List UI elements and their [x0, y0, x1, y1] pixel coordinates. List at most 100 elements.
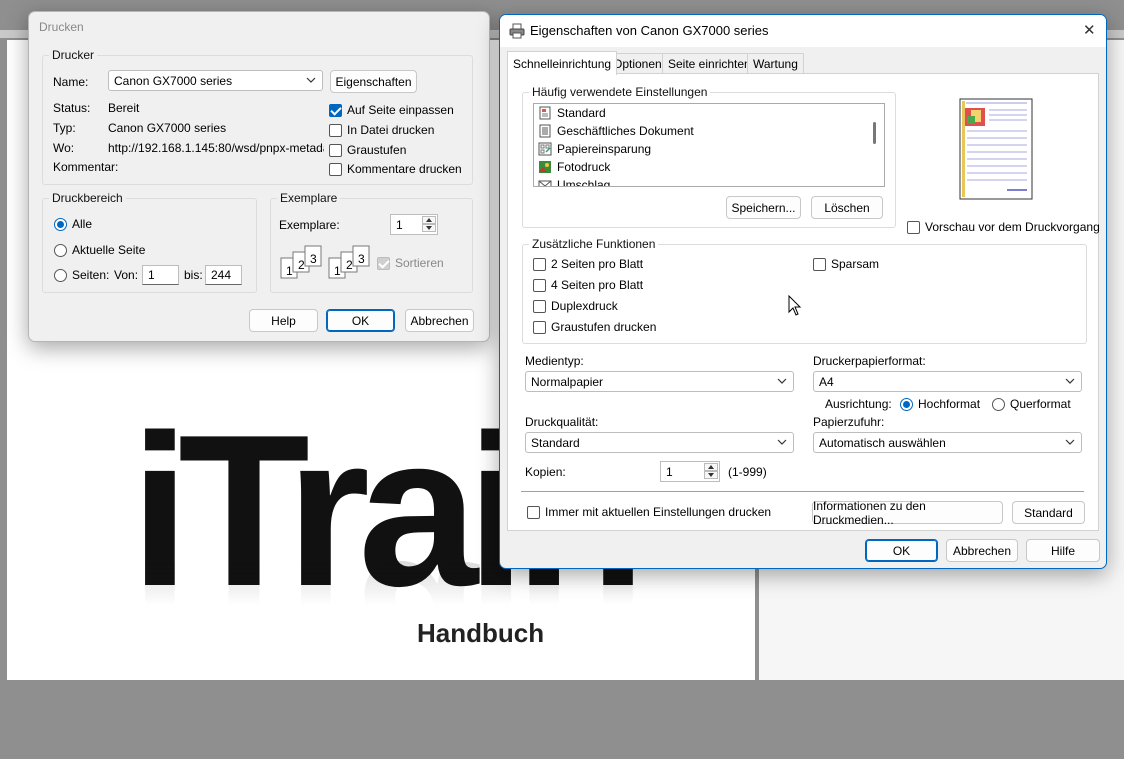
range-current-radio[interactable]: Aktuelle Seite: [54, 243, 145, 257]
media-type-select[interactable]: Normalpapier: [525, 371, 794, 392]
checkbox-unchecked: [329, 143, 342, 157]
range-all-radio[interactable]: Alle: [54, 217, 92, 231]
tab-page-setup[interactable]: Seite einrichten: [662, 53, 757, 74]
page-preview-icon: [959, 98, 1033, 200]
where-value: http://192.168.1.145:80/wsd/pnpx-metadat: [108, 141, 324, 155]
collate-pages-icon: 1 2 3 1 2 3: [280, 245, 370, 279]
radio-selected: [54, 217, 67, 231]
save-preset-button[interactable]: Speichern...: [726, 196, 801, 219]
collate-number-3: 3: [310, 252, 317, 266]
fit-to-page-checkbox[interactable]: Auf Seite einpassen: [329, 103, 454, 117]
props-cancel-button[interactable]: Abbrechen: [946, 539, 1018, 562]
where-label: Wo:: [53, 141, 75, 155]
preview-before-print-checkbox[interactable]: Vorschau vor dem Druckvorgang: [907, 220, 1100, 234]
delete-preset-button[interactable]: Löschen: [811, 196, 883, 219]
orientation-label: Ausrichtung:: [825, 397, 892, 411]
presets-list[interactable]: Standard Geschäftliches Dokument Papiere…: [533, 103, 885, 187]
print-cancel-button[interactable]: Abbrechen: [405, 309, 474, 332]
spinner-buttons[interactable]: [704, 463, 718, 480]
print-help-button[interactable]: Help: [249, 309, 318, 332]
paper-source-value: Automatisch auswählen: [819, 435, 946, 450]
print-to-file-checkbox[interactable]: In Datei drucken: [329, 123, 434, 137]
to-label: bis:: [184, 268, 203, 282]
checkbox-unchecked: [527, 505, 540, 519]
duplex-checkbox[interactable]: Duplexdruck: [533, 299, 618, 313]
preset-label: Standard: [557, 106, 606, 120]
radio-unselected: [54, 243, 67, 257]
chevron-down-icon: [306, 77, 316, 83]
status-value: Bereit: [108, 101, 140, 115]
preset-label: Umschlag: [557, 178, 611, 187]
paper-size-select[interactable]: A4: [813, 371, 1082, 392]
chevron-down-icon: [777, 439, 787, 445]
copies-range-label: (1-999): [728, 465, 767, 479]
grayscale-print-checkbox[interactable]: Graustufen drucken: [533, 320, 656, 334]
close-icon[interactable]: ✕: [1083, 21, 1096, 39]
always-current-label: Immer mit aktuellen Einstellungen drucke…: [545, 505, 772, 519]
copies-spinner[interactable]: 1: [390, 214, 438, 235]
print-to-file-label: In Datei drucken: [347, 123, 435, 137]
business-doc-icon: [539, 124, 551, 138]
economy-label: Sparsam: [831, 257, 880, 271]
two-pages-checkbox[interactable]: 2 Seiten pro Blatt: [533, 257, 643, 271]
print-comments-checkbox[interactable]: Kommentare drucken: [329, 162, 462, 176]
props-ok-button[interactable]: OK: [865, 539, 938, 562]
paper-source-label: Papierzufuhr:: [813, 415, 885, 429]
checkbox-unchecked: [907, 220, 920, 234]
range-pages-label: Seiten:: [72, 268, 110, 282]
spin-up-icon[interactable]: [704, 463, 718, 471]
presets-scrollbar-thumb[interactable]: [873, 122, 876, 144]
media-type-label: Medientyp:: [525, 354, 584, 368]
preset-standard[interactable]: Standard: [534, 104, 884, 122]
properties-button[interactable]: Eigenschaften: [330, 70, 417, 93]
paper-source-select[interactable]: Automatisch auswählen: [813, 432, 1082, 453]
preset-envelope[interactable]: Umschlag: [534, 176, 884, 187]
print-range-group-title: Druckbereich: [49, 191, 126, 205]
envelope-icon: [538, 180, 552, 186]
media-info-button[interactable]: Informationen zu den Druckmedien...: [812, 499, 1003, 527]
collate-checkbox[interactable]: Sortieren: [377, 256, 444, 270]
defaults-button[interactable]: Standard: [1012, 501, 1085, 524]
checkbox-unchecked: [533, 320, 546, 334]
print-ok-button[interactable]: OK: [326, 309, 395, 332]
print-comments-label: Kommentare drucken: [347, 162, 462, 176]
printer-group-title: Drucker: [49, 48, 98, 62]
always-current-checkbox[interactable]: Immer mit aktuellen Einstellungen drucke…: [527, 505, 771, 519]
collate-label: Sortieren: [395, 256, 444, 270]
economy-checkbox[interactable]: Sparsam: [813, 257, 879, 271]
quality-select[interactable]: Standard: [525, 432, 794, 453]
checkbox-checked: [329, 103, 342, 117]
preset-photo-print[interactable]: Fotodruck: [534, 158, 884, 176]
checkbox-unchecked: [813, 257, 826, 271]
four-pages-checkbox[interactable]: 4 Seiten pro Blatt: [533, 278, 643, 292]
radio-selected: [900, 397, 913, 411]
to-input[interactable]: 244: [205, 265, 242, 285]
spin-up-icon[interactable]: [422, 216, 436, 224]
separator-line: [521, 491, 1084, 492]
range-pages-radio[interactable]: Seiten:: [54, 268, 109, 282]
props-help-button[interactable]: Hilfe: [1026, 539, 1100, 562]
checkbox-checked-disabled: [377, 256, 390, 270]
landscape-radio[interactable]: Querformat: [992, 397, 1071, 411]
portrait-radio[interactable]: Hochformat: [900, 397, 980, 411]
preset-paper-saving[interactable]: Papiereinsparung: [534, 140, 884, 158]
preset-business-document[interactable]: Geschäftliches Dokument: [534, 122, 884, 140]
tab-quick-setup[interactable]: Schnelleinrichtung: [507, 51, 618, 75]
four-pages-label: 4 Seiten pro Blatt: [551, 278, 644, 292]
printer-icon: [509, 23, 525, 39]
printer-select[interactable]: Canon GX7000 series: [108, 70, 323, 91]
props-copies-spinner[interactable]: 1: [660, 461, 720, 482]
copies-label: Exemplare:: [279, 218, 340, 232]
chevron-down-icon: [1065, 439, 1075, 445]
range-all-label: Alle: [72, 217, 93, 231]
photo-print-icon: [539, 161, 551, 173]
spinner-buttons[interactable]: [422, 216, 436, 233]
checkbox-unchecked: [533, 257, 546, 271]
from-input[interactable]: 1: [142, 265, 179, 285]
comment-label: Kommentar:: [53, 160, 119, 174]
grayscale-checkbox[interactable]: Graustufen: [329, 143, 406, 157]
spin-down-icon[interactable]: [422, 224, 436, 232]
tab-maintenance[interactable]: Wartung: [747, 53, 804, 74]
from-label: Von:: [114, 268, 139, 282]
spin-down-icon[interactable]: [704, 471, 718, 479]
